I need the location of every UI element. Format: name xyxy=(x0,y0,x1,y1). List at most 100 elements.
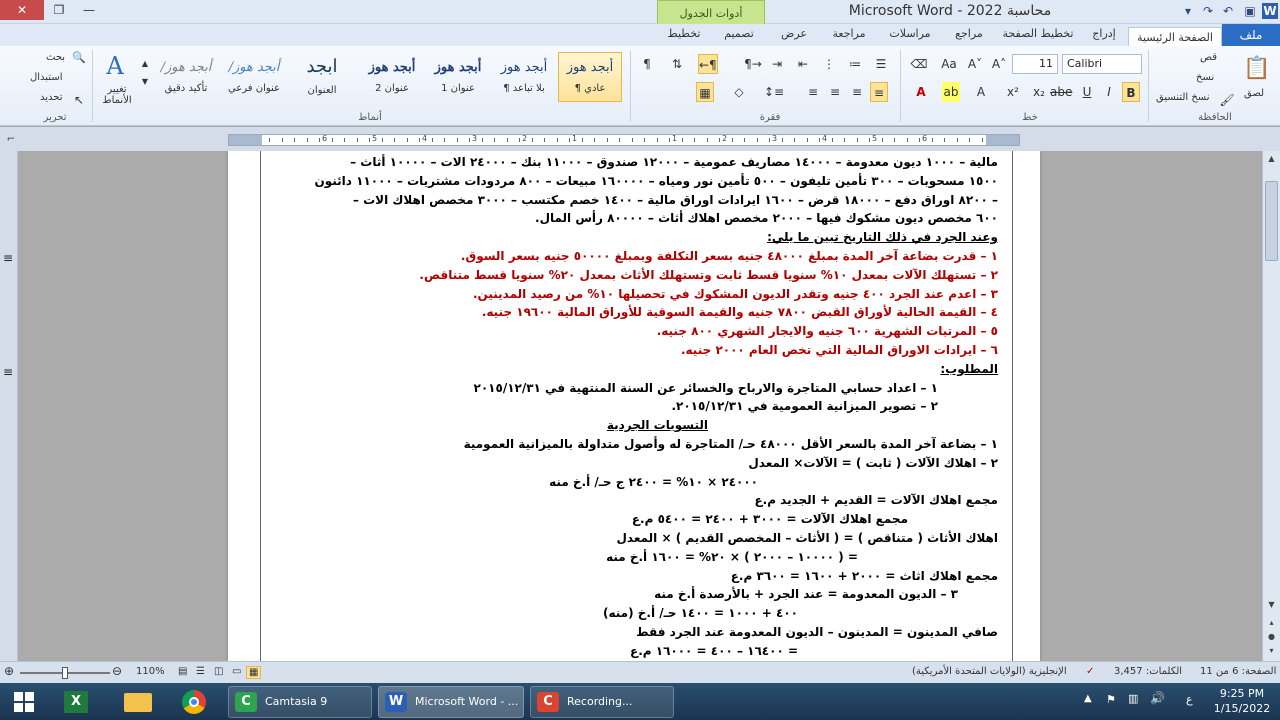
word-count[interactable]: الكلمات: 3,457 xyxy=(1114,666,1182,677)
tab-layout[interactable]: تخطيط xyxy=(657,27,711,40)
style-subtle-emphasis[interactable]: /أبجد هوز تأكيد دقيق xyxy=(154,52,218,102)
document-line[interactable]: = ١٦٤٠٠ – ٤٠٠ = ١٦٠٠٠ م.ع xyxy=(78,642,798,660)
language-status[interactable]: الإنجليزية (الولايات المتحدة الأمريكية) xyxy=(912,666,1067,677)
document-line[interactable]: ٦٠٠ مخصص ديون مشكوك فيها – ٢٠٠٠ مخصص اهل… xyxy=(278,209,998,227)
zoom-level[interactable]: 110% xyxy=(136,666,165,677)
shrink-font-icon[interactable]: A˅ xyxy=(966,54,984,74)
document-line[interactable]: = ( ١٠٠٠٠ – ٢٠٠٠ ) × ٢٠% = ١٦٠٠ أ.خ منه xyxy=(138,548,858,566)
format-painter-button[interactable]: نسخ التنسيق xyxy=(1156,92,1209,103)
line-spacing-icon[interactable]: ↕≡ xyxy=(764,82,784,102)
document-area[interactable]: مالية – ١٠٠٠ ديون معدومة – ١٤٠٠٠ مصاريف … xyxy=(18,151,1262,661)
redo-icon[interactable]: ↷ xyxy=(1200,3,1216,19)
copy-button[interactable]: نسخ xyxy=(1196,72,1214,83)
underline-button[interactable]: U xyxy=(1078,82,1096,102)
tab-view[interactable]: عرض xyxy=(772,27,816,40)
paste-icon[interactable]: 📋 xyxy=(1240,52,1274,86)
task-word[interactable]: W Microsoft Word - ... xyxy=(378,686,524,718)
text-effects-icon[interactable]: A xyxy=(972,82,990,102)
tab-insert[interactable]: إدراج xyxy=(1082,27,1126,40)
decrease-indent-icon[interactable]: ⇤ xyxy=(794,54,812,74)
bullets-icon[interactable]: ☰ xyxy=(872,54,890,74)
document-line[interactable]: ٢٤٠٠٠ × ١٠% = ٢٤٠٠ ج حـ/ أ.خ منه xyxy=(38,473,758,491)
tray-up-arrow-icon[interactable]: ▲ xyxy=(1084,693,1092,704)
tab-file[interactable]: ملف xyxy=(1222,24,1280,46)
document-line[interactable]: مجمع اهلاك اثاث = ٢٠٠٠ + ١٦٠٠ = ٣٦٠٠ م.ع xyxy=(278,567,998,585)
document-line[interactable]: ٢ – اهلاك الآلات ( ثابت ) = الآلات× المع… xyxy=(278,454,998,472)
view-outline-icon[interactable]: ☰ xyxy=(196,666,205,677)
document-line[interactable]: مجمع اهلاك الآلات = ٣٠٠٠ + ٢٤٠٠ = ٥٤٠٠ م… xyxy=(188,510,908,528)
tab-mailings[interactable]: مراسلات xyxy=(880,27,940,40)
increase-indent-icon[interactable]: ⇥ xyxy=(768,54,786,74)
style-heading-2[interactable]: أبجد هوز عنوان 2 xyxy=(360,52,424,102)
document-line[interactable]: التسويات الجردية xyxy=(18,416,708,434)
paste-button[interactable]: لصق xyxy=(1244,88,1264,99)
align-center-button[interactable]: ≡ xyxy=(848,82,866,102)
zoom-slider-knob[interactable] xyxy=(62,667,68,679)
view-web-icon[interactable]: ◫ xyxy=(214,666,223,677)
change-case-icon[interactable]: Aa xyxy=(940,54,958,74)
start-button[interactable] xyxy=(4,686,44,718)
undo-icon[interactable]: ↶ xyxy=(1220,3,1236,19)
show-marks-icon[interactable]: ¶ xyxy=(638,54,656,74)
bold-button[interactable]: B xyxy=(1122,82,1140,102)
font-name-combo[interactable]: Calibri xyxy=(1062,54,1142,74)
styles-scroll-up-icon[interactable]: ▲ xyxy=(136,54,154,74)
tab-design[interactable]: تصميم xyxy=(712,27,766,40)
document-line[interactable]: ١ – قدرت بضاعة آخر المدة بمبلغ ٤٨٠٠٠ جني… xyxy=(278,247,998,265)
cut-button[interactable]: قص xyxy=(1200,52,1217,63)
style-subtitle[interactable]: /أبجد هوز عنوان فرعي xyxy=(222,52,286,102)
document-line[interactable]: ٤٠٠ + ١٠٠٠ = ١٤٠٠ حـ/ أ.خ (منه) xyxy=(78,604,798,622)
restore-button[interactable]: ❐ xyxy=(44,0,74,20)
document-line[interactable]: ٢ – تستهلك الآلات بمعدل ١٠% سنويا قسط ثا… xyxy=(278,266,998,284)
zoom-out-icon[interactable]: ⊖ xyxy=(112,664,122,678)
multilevel-list-icon[interactable]: ⋮ xyxy=(820,54,838,74)
scroll-up-icon[interactable]: ▲ xyxy=(1263,151,1280,167)
document-line[interactable]: المطلوب: xyxy=(278,360,998,378)
tray-flag-icon[interactable]: ⚑ xyxy=(1106,693,1116,706)
style-normal[interactable]: أبجد هوز ¶ عادي xyxy=(558,52,622,102)
tab-review[interactable]: مراجعة xyxy=(822,27,876,40)
tray-language[interactable]: ع xyxy=(1186,693,1193,706)
save-icon[interactable]: ▣ xyxy=(1242,3,1258,19)
scroll-thumb[interactable] xyxy=(1265,181,1278,261)
view-reading-icon[interactable]: ▭ xyxy=(232,666,241,677)
strikethrough-button[interactable]: abe xyxy=(1050,82,1072,102)
document-line[interactable]: ٥ – المرتبات الشهرية ٦٠٠ جنيه والايجار ا… xyxy=(278,322,998,340)
font-size-combo[interactable]: 11 xyxy=(1012,54,1058,74)
tray-network-icon[interactable]: ▥ xyxy=(1128,692,1138,705)
rtl-direction-icon[interactable]: ←¶ xyxy=(698,54,718,74)
find-button[interactable]: بحث xyxy=(46,52,65,63)
minimize-button[interactable]: — xyxy=(74,0,104,20)
style-title[interactable]: ابجد العنوان xyxy=(290,52,354,102)
document-line[interactable]: ١ – اعداد حسابي المتاجرة والارباح والخسا… xyxy=(218,379,938,397)
document-line[interactable]: ١٥٠٠ مسحوبات – ٣٠٠ تأمين تليفون – ٥٠٠ تأ… xyxy=(278,172,998,190)
clear-formatting-icon[interactable]: ⌫ xyxy=(910,54,928,74)
task-camtasia[interactable]: C Camtasia 9 xyxy=(228,686,372,718)
chrome-pin[interactable] xyxy=(172,686,216,718)
ruler-tab-selector-icon[interactable]: ⌐ xyxy=(2,130,20,150)
document-line[interactable]: ٣ – اعدم عند الجرد ٤٠٠ جنيه وتقدر الديون… xyxy=(278,285,998,303)
tray-date[interactable]: 1/15/2022 xyxy=(1212,702,1272,715)
customize-qat-icon[interactable]: ▾ xyxy=(1180,3,1196,19)
document-line[interactable]: مالية – ١٠٠٠ ديون معدومة – ١٤٠٠٠ مصاريف … xyxy=(278,153,998,171)
tray-volume-icon[interactable]: 🔊 xyxy=(1150,691,1165,705)
change-styles-icon[interactable]: A xyxy=(100,52,130,80)
view-print-layout-icon[interactable]: ▦ xyxy=(246,666,262,679)
document-line[interactable]: ٤ – القيمة الحالية لأوراق القبض ٧٨٠٠ جني… xyxy=(278,303,998,321)
sort-icon[interactable]: ⇅ xyxy=(668,54,686,74)
page-count[interactable]: الصفحة: 6 من 11 xyxy=(1200,666,1276,677)
tray-time[interactable]: 9:25 PM xyxy=(1212,687,1272,700)
document-page[interactable]: مالية – ١٠٠٠ ديون معدومة – ١٤٠٠٠ مصاريف … xyxy=(228,151,1040,661)
tab-page-layout[interactable]: تخطيط الصفحة xyxy=(998,27,1078,40)
document-line[interactable]: اهلاك الأثاث ( متناقص ) = ( الأثاث – الم… xyxy=(278,529,999,547)
justify-button[interactable]: ≡ xyxy=(804,82,822,102)
close-button[interactable]: ✕ xyxy=(0,0,44,20)
tab-references[interactable]: مراجع xyxy=(944,27,994,40)
excel-pin[interactable]: X xyxy=(54,686,98,718)
scroll-down-icon[interactable]: ▼ xyxy=(1263,597,1280,613)
style-heading-1[interactable]: أبجد هوز عنوان 1 xyxy=(426,52,490,102)
document-line[interactable]: وعند الجرد في ذلك التاريخ تبين ما يلي: xyxy=(278,228,998,246)
vertical-scrollbar[interactable]: ▲ ▼ ▴ ● ▾ xyxy=(1262,151,1280,661)
document-line[interactable]: ١ – بضاعة آخر المدة بالسعر الأقل ٤٨٠٠٠ ح… xyxy=(278,435,998,453)
ltr-direction-icon[interactable]: ¶→ xyxy=(744,54,762,74)
